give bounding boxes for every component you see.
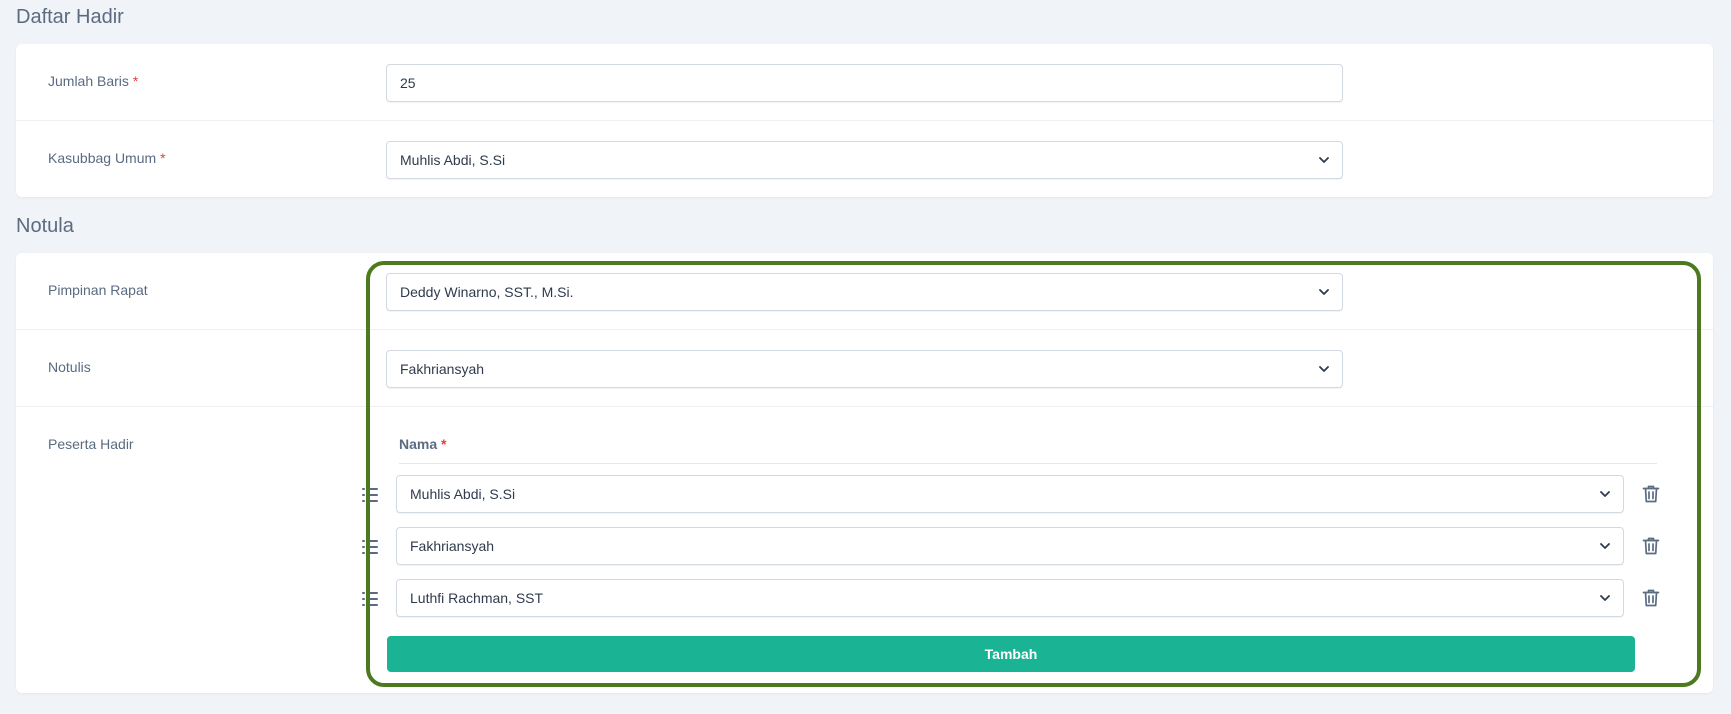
pimpinan-row: Pimpinan Rapat Deddy Winarno, SST., M.Si… bbox=[16, 253, 1713, 329]
chevron-down-icon bbox=[1319, 287, 1329, 297]
kasubbag-row: Kasubbag Umum * Muhlis Abdi, S.Si bbox=[16, 120, 1713, 197]
peserta-row-3: Luthfi Rachman, SST bbox=[360, 579, 1670, 619]
notulis-value: Fakhriansyah bbox=[400, 361, 485, 377]
peserta-value: Muhlis Abdi, S.Si bbox=[410, 486, 516, 502]
section-title-notula: Notula bbox=[16, 215, 74, 237]
trash-icon[interactable] bbox=[1641, 588, 1661, 608]
kasubbag-value: Muhlis Abdi, S.Si bbox=[400, 152, 506, 168]
jumlah-baris-input[interactable]: 25 bbox=[386, 64, 1343, 102]
peserta-select-2[interactable]: Fakhriansyah bbox=[396, 527, 1624, 565]
drag-handle-icon[interactable] bbox=[360, 537, 380, 557]
peserta-value: Luthfi Rachman, SST bbox=[410, 590, 544, 606]
section-title-daftar-hadir: Daftar Hadir bbox=[16, 6, 124, 28]
jumlah-baris-row: Jumlah Baris * 25 bbox=[16, 44, 1713, 120]
peserta-row-1: Muhlis Abdi, S.Si bbox=[360, 475, 1670, 515]
kasubbag-select[interactable]: Muhlis Abdi, S.Si bbox=[386, 141, 1343, 179]
peserta-column-header: Nama bbox=[399, 436, 438, 452]
kasubbag-label: Kasubbag Umum * bbox=[48, 150, 166, 166]
pimpinan-value: Deddy Winarno, SST., M.Si. bbox=[400, 284, 574, 300]
required-marker: * bbox=[441, 436, 447, 452]
chevron-down-icon bbox=[1600, 593, 1610, 603]
peserta-select-1[interactable]: Muhlis Abdi, S.Si bbox=[396, 475, 1624, 513]
kasubbag-label-text: Kasubbag Umum bbox=[48, 150, 157, 166]
chevron-down-icon bbox=[1600, 489, 1610, 499]
peserta-label: Peserta Hadir bbox=[48, 436, 134, 452]
chevron-down-icon bbox=[1319, 155, 1329, 165]
peserta-value: Fakhriansyah bbox=[410, 538, 495, 554]
notulis-select[interactable]: Fakhriansyah bbox=[386, 350, 1343, 388]
required-marker: * bbox=[132, 73, 139, 89]
notulis-label: Notulis bbox=[48, 359, 91, 375]
drag-handle-icon[interactable] bbox=[360, 485, 380, 505]
notula-card: Pimpinan Rapat Deddy Winarno, SST., M.Si… bbox=[16, 253, 1713, 693]
daftar-hadir-card: Jumlah Baris * 25 Kasubbag Umum * Muhlis… bbox=[16, 44, 1713, 197]
required-marker: * bbox=[160, 150, 166, 166]
notulis-row: Notulis Fakhriansyah bbox=[16, 329, 1713, 406]
jumlah-baris-label: Jumlah Baris * bbox=[48, 73, 138, 89]
peserta-row-2: Fakhriansyah bbox=[360, 527, 1670, 567]
peserta-select-3[interactable]: Luthfi Rachman, SST bbox=[396, 579, 1624, 617]
trash-icon[interactable] bbox=[1641, 536, 1661, 556]
chevron-down-icon bbox=[1319, 364, 1329, 374]
peserta-table-header: Nama * bbox=[399, 436, 1657, 464]
trash-icon[interactable] bbox=[1641, 484, 1661, 504]
jumlah-baris-label-text: Jumlah Baris bbox=[48, 73, 129, 89]
pimpinan-label: Pimpinan Rapat bbox=[48, 282, 148, 298]
jumlah-baris-value: 25 bbox=[400, 75, 416, 91]
chevron-down-icon bbox=[1600, 541, 1610, 551]
pimpinan-select[interactable]: Deddy Winarno, SST., M.Si. bbox=[386, 273, 1343, 311]
add-peserta-button[interactable]: Tambah bbox=[387, 636, 1635, 672]
drag-handle-icon[interactable] bbox=[360, 589, 380, 609]
